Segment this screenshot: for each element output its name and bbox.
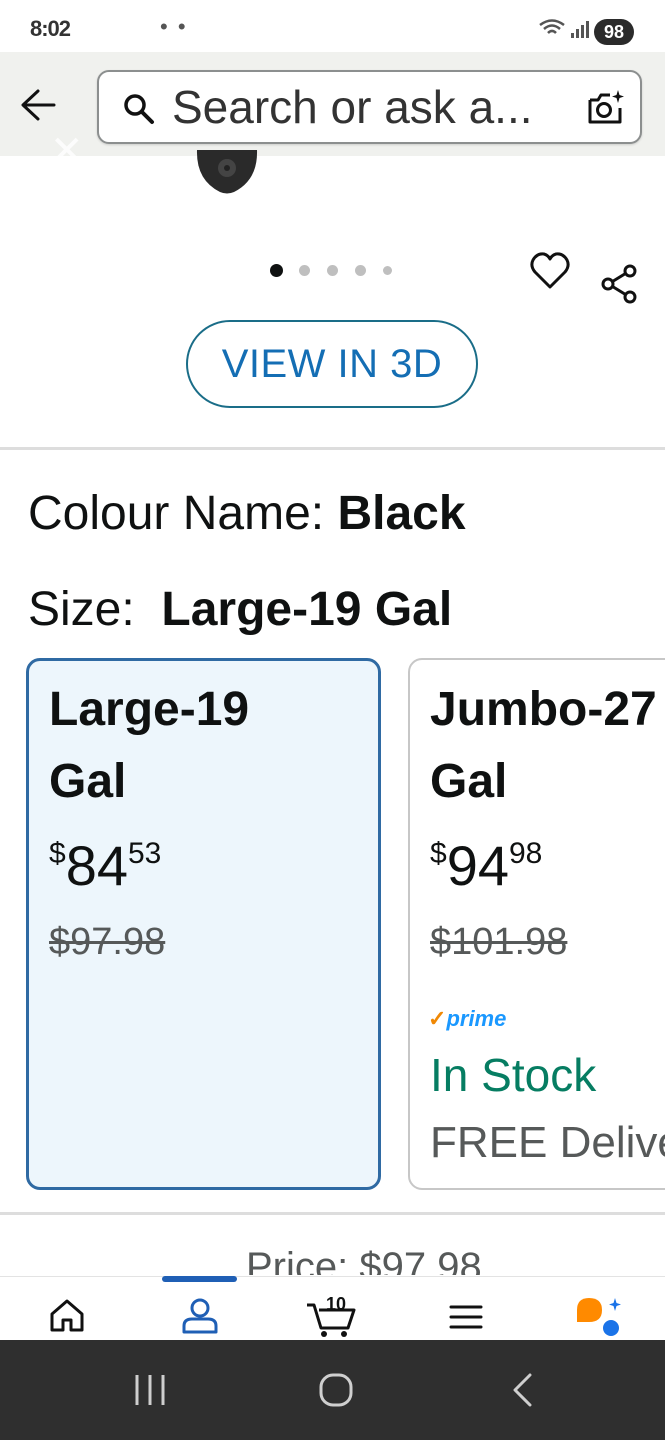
section-divider: [0, 447, 665, 450]
back-arrow-icon[interactable]: [20, 88, 56, 122]
carousel-dot: [355, 265, 366, 276]
system-back-icon[interactable]: [508, 1372, 538, 1408]
price-symbol: $: [430, 837, 447, 870]
price-whole: 84: [65, 834, 128, 897]
carousel-dot-active: [270, 264, 283, 277]
price-whole: 94: [446, 834, 509, 897]
battery-indicator: 98: [594, 19, 634, 45]
colour-label: Colour Name:: [28, 487, 325, 540]
carousel-dot: [327, 265, 338, 276]
prime-label: prime: [446, 1006, 507, 1031]
view-in-3d-button[interactable]: VIEW IN 3D: [186, 320, 478, 408]
size-option-title: Gal: [430, 755, 508, 808]
size-label: Size:: [28, 583, 135, 636]
active-tab-indicator: [162, 1276, 237, 1282]
list-price: $97.98: [49, 921, 166, 963]
price-fraction: 98: [508, 837, 543, 870]
prime-check-icon: ✓: [428, 1006, 447, 1031]
rufus-icon[interactable]: [575, 1296, 623, 1336]
signal-icon: [571, 21, 589, 38]
search-placeholder: Search or ask a...: [172, 81, 533, 133]
heart-icon[interactable]: [530, 252, 570, 290]
cart-count: 10: [326, 1294, 347, 1314]
section-divider: [0, 1212, 665, 1215]
price-teaser: Price: $97.98: [246, 1245, 482, 1275]
home-icon[interactable]: [49, 1298, 85, 1332]
product-image[interactable]: [196, 150, 258, 195]
size-option-card[interactable]: Jumbo-27 Gal $9498 $101.98 ✓prime In Sto…: [408, 658, 665, 1190]
status-time: 8:02: [30, 16, 71, 41]
price-symbol: $: [49, 837, 66, 870]
camera-search-icon[interactable]: [586, 88, 626, 128]
option-price: $8453: [49, 833, 161, 898]
size-value: Large-19 Gal: [161, 583, 453, 636]
account-icon[interactable]: [181, 1298, 219, 1334]
home-button-icon[interactable]: [318, 1372, 354, 1408]
share-icon[interactable]: [600, 264, 638, 304]
close-icon: ✕: [50, 129, 84, 173]
menu-icon[interactable]: [449, 1304, 483, 1330]
availability-status: In Stock: [430, 1049, 597, 1101]
size-option-title: Jumbo-27: [430, 683, 657, 736]
carousel-dot: [383, 266, 392, 275]
size-row: Size: Large-19 Gal: [28, 582, 452, 637]
size-option-title: Large-19: [49, 683, 250, 736]
wifi-icon: [539, 19, 565, 34]
size-option-card-selected[interactable]: Large-19 Gal $8453 $97.98: [26, 658, 381, 1190]
size-option-title: Gal: [49, 755, 127, 808]
notification-dots: • •: [160, 14, 188, 39]
search-icon: [124, 94, 154, 124]
colour-value: Black: [337, 487, 466, 540]
price-fraction: 53: [127, 837, 162, 870]
prime-badge: ✓prime: [428, 1006, 506, 1032]
list-price: $101.98: [430, 921, 568, 963]
carousel-dot: [299, 265, 310, 276]
recent-apps-icon[interactable]: [132, 1372, 168, 1408]
delivery-info: FREE Delivery: [430, 1118, 665, 1167]
colour-name-row: Colour Name: Black: [28, 486, 466, 541]
option-price: $9498: [430, 833, 542, 898]
